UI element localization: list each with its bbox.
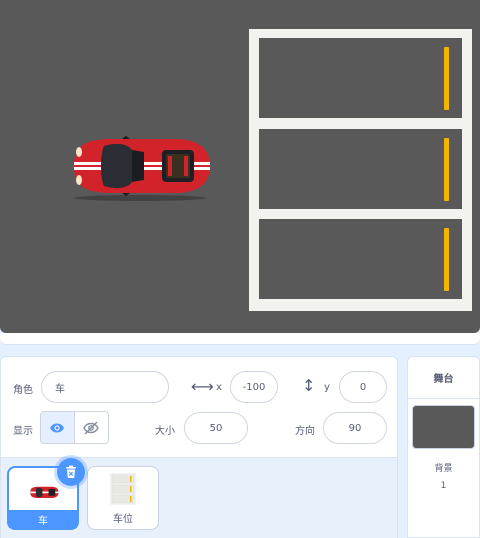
parking-lot-sprite[interactable] (249, 29, 472, 311)
parking-bay (259, 219, 462, 299)
direction-label: 方向 (295, 426, 315, 437)
parking-line (444, 228, 449, 291)
backdrop-count: 1 (440, 481, 447, 491)
x-label: x (216, 382, 222, 393)
sprite-tile-label: 车位 (113, 514, 133, 525)
stage-bottom-bar (0, 333, 480, 345)
sprite-name-input[interactable]: 车 (41, 371, 169, 403)
stage-selector-panel[interactable]: 舞台 背景 1 (407, 356, 480, 538)
x-input[interactable]: -100 (230, 371, 278, 403)
backdrop-label: 背景 (434, 464, 453, 474)
sprite-tile-label: 车 (9, 510, 77, 528)
vertical-arrow-icon: ↕ (302, 376, 316, 395)
visibility-toggle (40, 411, 109, 444)
stage-thumbnail[interactable] (412, 405, 475, 449)
show-label: 显示 (13, 426, 33, 437)
horizontal-arrow-icon: ⟷ (191, 377, 214, 396)
size-input[interactable]: 50 (184, 412, 248, 444)
show-button[interactable] (41, 412, 75, 443)
eye-icon (50, 423, 65, 432)
car-thumbnail (30, 486, 59, 498)
eye-crossed-icon (83, 421, 100, 434)
sprite-info-panel: 角色 车 ⟷ x -100 ↕ y 0 显示 大小 50 方向 90 (0, 356, 398, 458)
parking-thumbnail (110, 473, 136, 505)
parking-bay (259, 38, 462, 118)
parking-line (444, 138, 449, 201)
car-sprite[interactable] (68, 136, 212, 202)
sprite-name-label: 角色 (13, 385, 33, 396)
stage-canvas[interactable] (0, 0, 480, 333)
direction-input[interactable]: 90 (323, 412, 387, 444)
parking-bay (259, 129, 462, 209)
y-label: y (324, 382, 330, 393)
parking-line (444, 47, 449, 110)
stage-title: 舞台 (408, 357, 479, 399)
delete-sprite-button[interactable] (57, 458, 85, 486)
trash-icon (66, 465, 76, 478)
sprite-tile-parking[interactable]: 车位 (87, 466, 159, 530)
size-label: 大小 (155, 426, 175, 437)
hide-button[interactable] (75, 412, 109, 443)
y-input[interactable]: 0 (339, 371, 387, 403)
